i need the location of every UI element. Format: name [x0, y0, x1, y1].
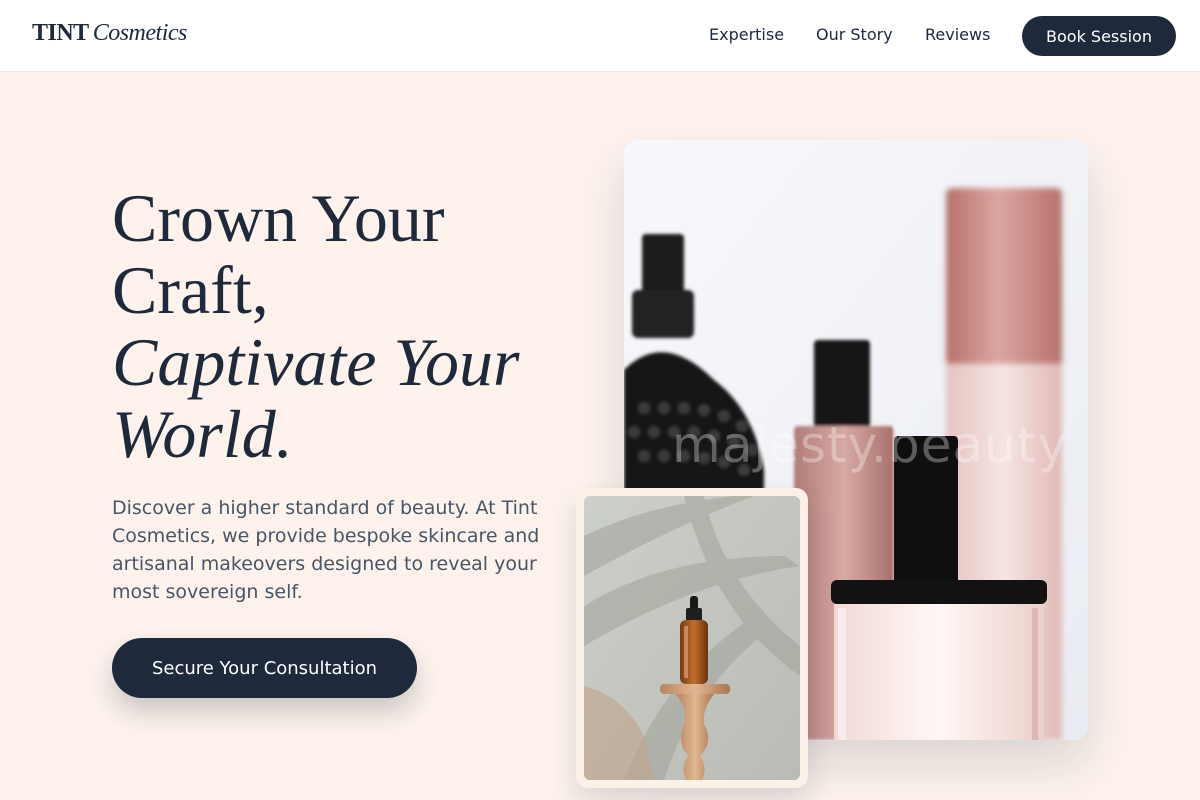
book-session-button[interactable]: Book Session	[1022, 16, 1176, 56]
secure-consultation-button[interactable]: Secure Your Consultation	[112, 638, 417, 698]
main-image-watermark: majesty.beauty	[672, 416, 1069, 474]
logo[interactable]: TINT Cosmetics	[32, 20, 187, 47]
navbar: TINT Cosmetics Expertise Our Story Review…	[0, 0, 1200, 72]
hero-title-line-3: Captivate Your	[112, 324, 520, 400]
hero-title-line-1: Crown Your	[112, 180, 445, 256]
hero-title-line-4: World.	[112, 396, 293, 472]
hero-secondary-image	[576, 488, 808, 788]
logo-brand: TINT	[32, 20, 89, 46]
logo-subtitle: Cosmetics	[92, 20, 188, 46]
serum-bottle-photo	[584, 496, 800, 780]
nav-link-expertise[interactable]: Expertise	[709, 25, 784, 44]
nav-link-our-story[interactable]: Our Story	[816, 25, 893, 44]
nav-link-reviews[interactable]: Reviews	[925, 25, 990, 44]
hero-title: Crown Your Craft, Captivate Your World.	[112, 182, 582, 470]
hero-title-line-2: Craft,	[112, 252, 269, 328]
hero-description: Discover a higher standard of beauty. At…	[112, 497, 540, 603]
